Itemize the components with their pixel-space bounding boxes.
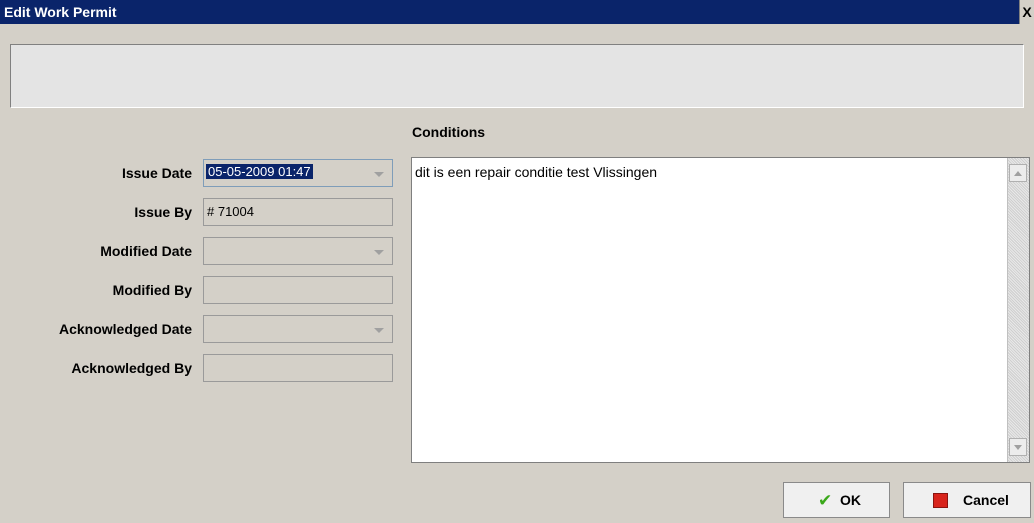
chevron-down-icon[interactable] [374,250,384,255]
red-square-icon [933,493,948,508]
acknowledged-by-field[interactable] [203,354,393,382]
chevron-down-icon[interactable] [374,172,384,177]
chevron-up-icon [1014,171,1022,176]
scroll-down-button[interactable] [1009,438,1027,456]
title-bar: Edit Work Permit X [0,0,1034,24]
chevron-down-icon [1014,445,1022,450]
issue-by-field[interactable]: # 71004 [203,198,393,226]
modified-date-dropdown[interactable] [203,237,393,265]
issue-by-value: # 71004 [207,204,254,219]
cancel-button[interactable]: Cancel [903,482,1031,518]
modified-by-field[interactable] [203,276,393,304]
conditions-text: dit is een repair conditie test Vlissing… [415,164,658,180]
conditions-scrollbar[interactable] [1007,158,1029,462]
ok-button-label: OK [840,492,861,508]
issue-by-label: Issue By [134,204,192,220]
conditions-textarea[interactable]: dit is een repair conditie test Vlissing… [411,157,1030,463]
close-icon[interactable]: X [1019,0,1034,24]
scroll-up-button[interactable] [1009,164,1027,182]
issue-date-label: Issue Date [121,165,192,181]
acknowledged-date-dropdown[interactable] [203,315,393,343]
cancel-button-label: Cancel [963,492,1009,508]
window-title: Edit Work Permit [4,4,117,20]
message-banner [10,44,1024,108]
acknowledged-date-label: Acknowledged Date [58,321,192,337]
modified-by-label: Modified By [112,282,192,298]
ok-button[interactable]: ✔ OK [783,482,890,518]
acknowledged-by-label: Acknowledged By [71,360,192,376]
issue-date-value: 05-05-2009 01:47 [206,164,313,179]
checkmark-icon: ✔ [818,491,833,510]
modified-date-label: Modified Date [100,243,192,259]
chevron-down-icon[interactable] [374,328,384,333]
conditions-heading: Conditions [412,124,486,140]
issue-date-dropdown[interactable]: 05-05-2009 01:47 [203,159,393,187]
